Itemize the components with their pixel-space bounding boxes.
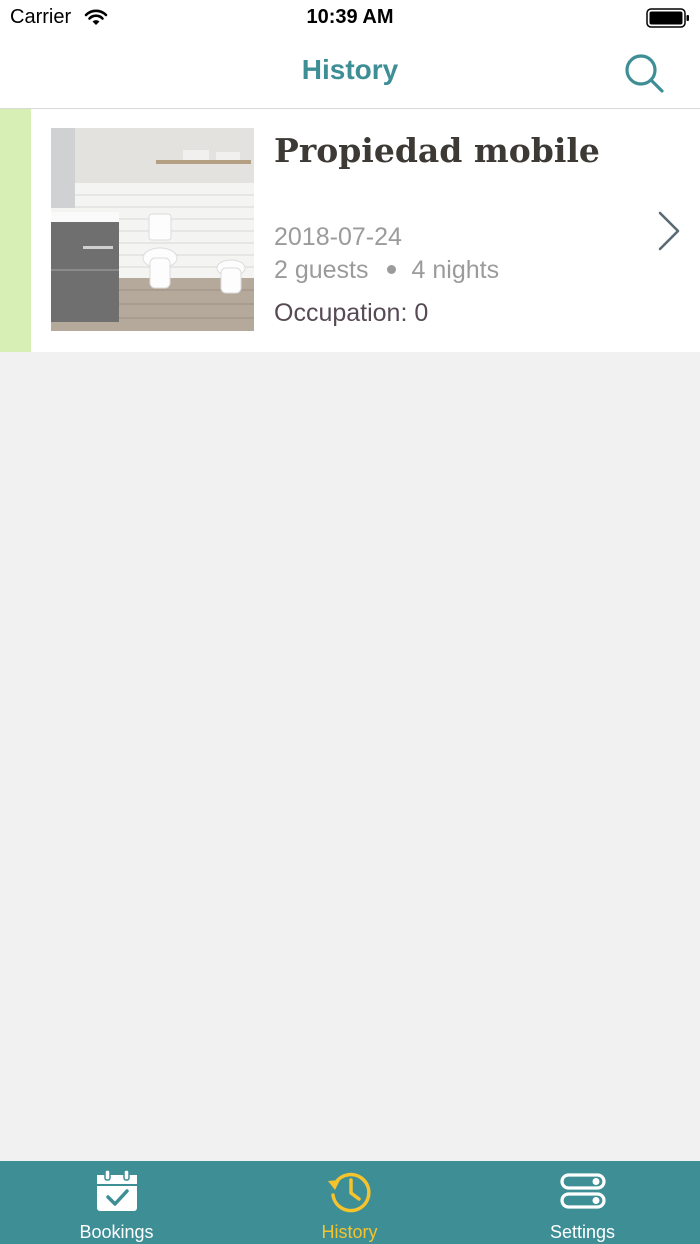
property-name: Propiedad mobile	[274, 131, 600, 170]
occupation-label: Occupation: 0	[274, 299, 429, 327]
booking-date: 2018-07-24	[274, 223, 402, 251]
tab-history[interactable]: History	[233, 1161, 466, 1244]
status-bar: Carrier 10:39 AM	[0, 0, 700, 36]
status-time: 10:39 AM	[306, 6, 394, 28]
status-indicator-strip	[0, 109, 31, 352]
page-title: History	[301, 54, 399, 85]
separator-dot	[386, 264, 396, 274]
calendar-check-icon	[96, 1169, 137, 1211]
guests-nights-row: 2 guests 4 nights	[274, 256, 499, 285]
tab-label-settings: Settings	[549, 1222, 616, 1242]
property-thumbnail	[51, 128, 254, 331]
history-list-item[interactable]: Propiedad mobile 2018-07-24 2 guests 4 ni…	[0, 109, 700, 352]
tab-bookings[interactable]: Bookings	[0, 1161, 233, 1244]
search-icon[interactable]	[622, 51, 666, 95]
battery-icon	[646, 8, 689, 28]
tab-label-history: History	[321, 1222, 378, 1242]
tab-settings[interactable]: Settings	[466, 1161, 699, 1244]
chevron-right-icon	[658, 211, 680, 251]
tab-label-bookings: Bookings	[79, 1222, 154, 1242]
tab-bar: Bookings History Settings	[0, 1161, 700, 1244]
settings-toggles-icon	[559, 1173, 606, 1209]
night-count: 4 nights	[411, 256, 500, 284]
navigation-bar: History	[0, 36, 700, 109]
guest-count: 2 guests	[274, 256, 369, 284]
history-clock-icon	[327, 1172, 371, 1213]
